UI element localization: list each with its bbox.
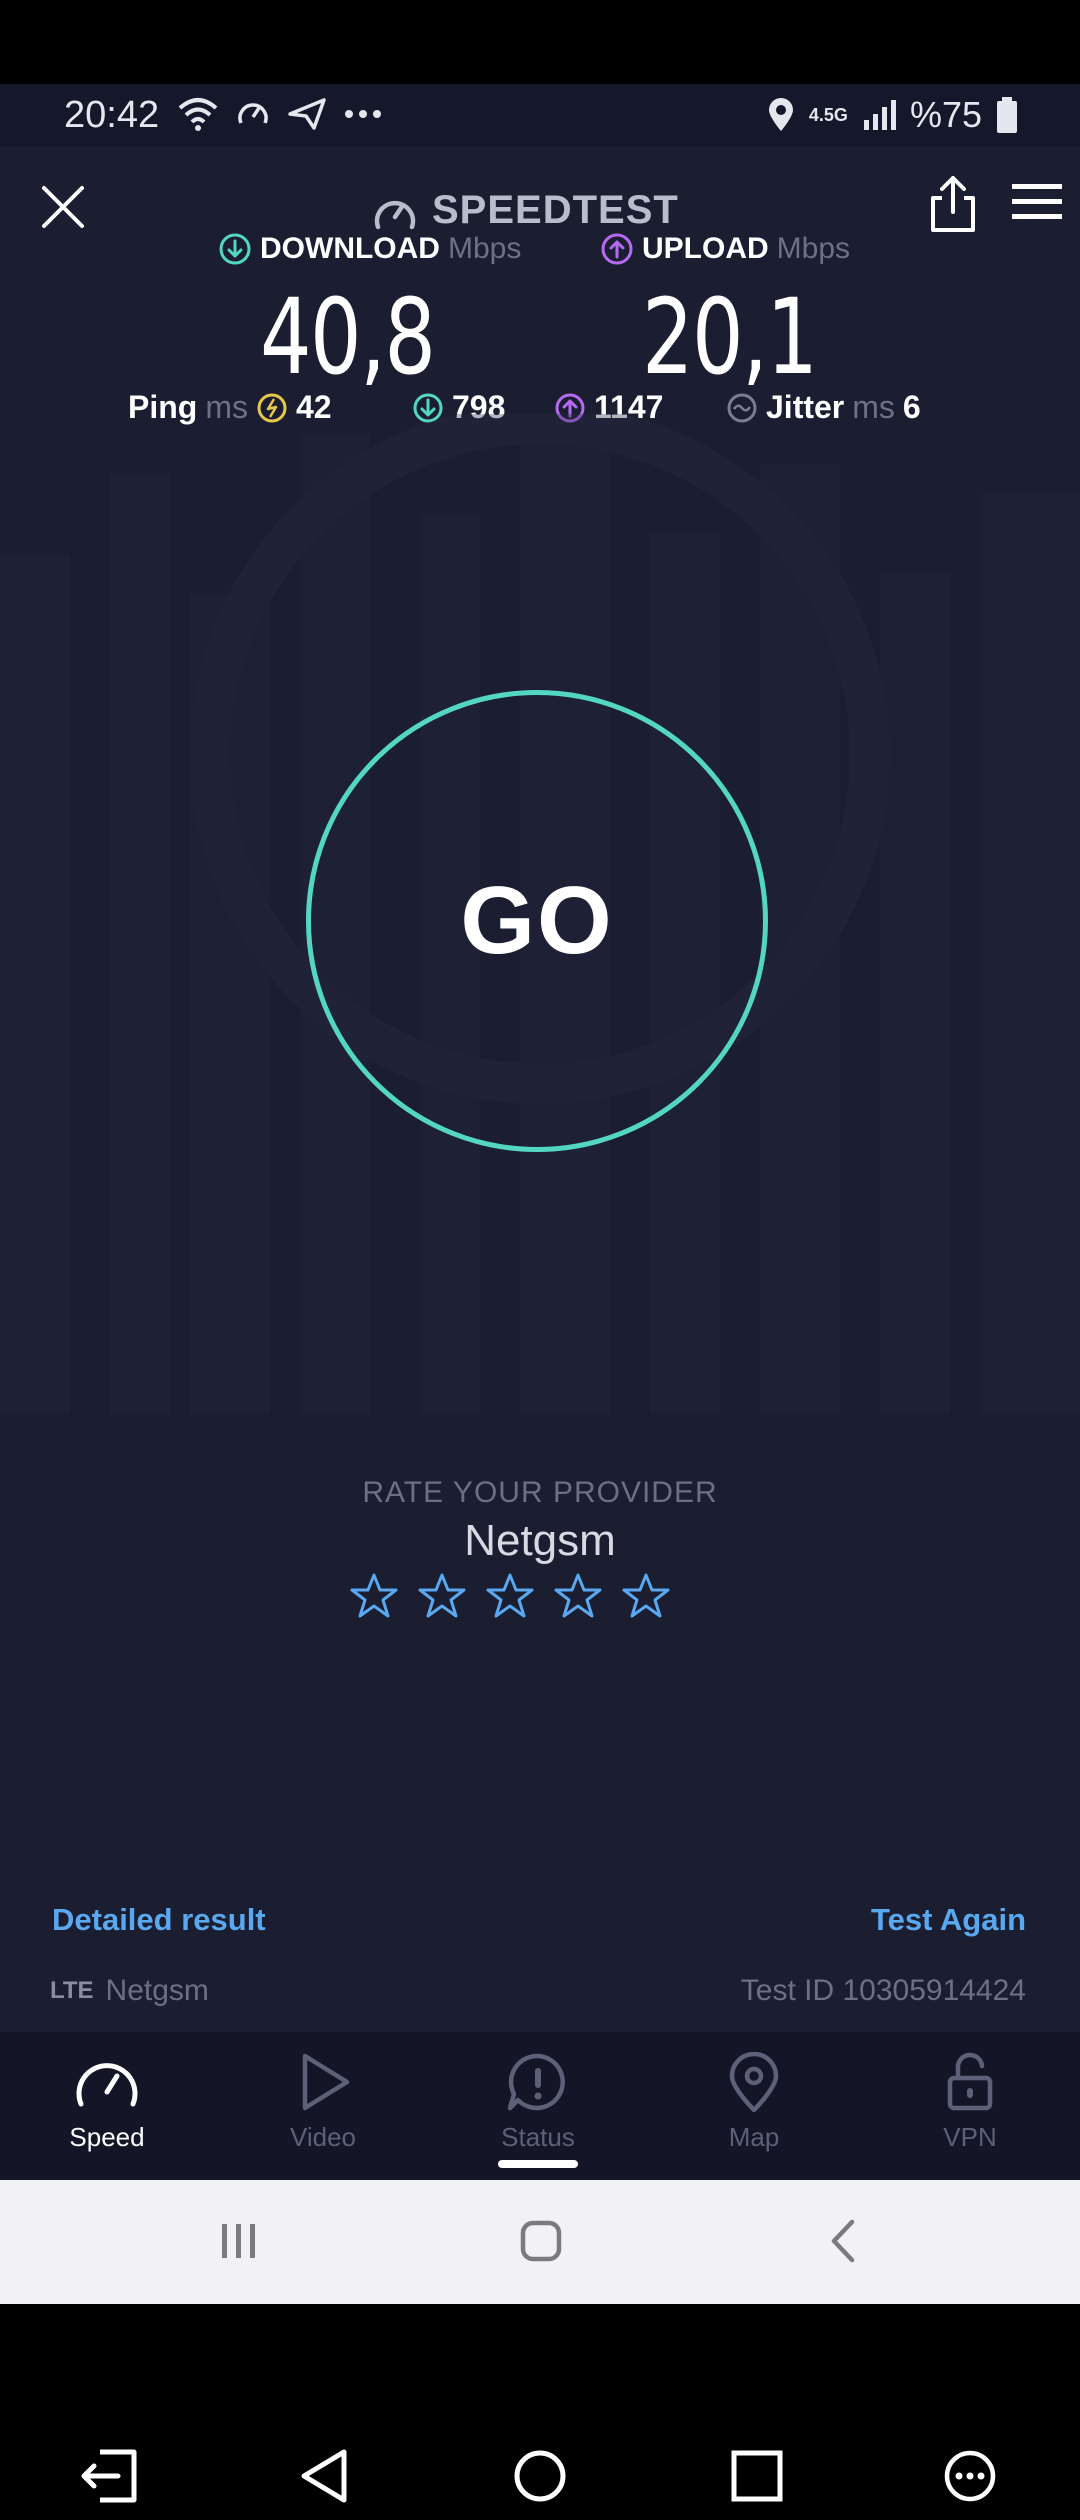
connection-info: LTE Netgsm (50, 1974, 209, 2008)
status-right-icons: 4.5G %75 (767, 94, 1018, 136)
test-id: Test ID 10305914424 (740, 1974, 1026, 2007)
menu-icon[interactable] (1010, 180, 1064, 224)
connection-type: LTE (50, 1977, 94, 2004)
overview-square-icon[interactable] (730, 2448, 784, 2504)
tab-map-label: Map (728, 2122, 780, 2152)
play-icon (302, 2053, 350, 2111)
tab-speed[interactable]: Speed (37, 2052, 177, 2153)
battery-icon (997, 97, 1017, 133)
tab-vpn-label: VPN (943, 2122, 997, 2152)
upload-value: 20,1 (642, 276, 818, 398)
download-header: DOWNLOAD Mbps (218, 232, 521, 266)
home-circle-icon[interactable] (512, 2448, 568, 2504)
home-icon[interactable] (518, 2218, 564, 2264)
upload-label: UPLOAD (642, 232, 769, 265)
top-black-bar (0, 0, 1080, 84)
tab-video[interactable]: Video (253, 2052, 393, 2153)
download-value: 40,8 (260, 276, 436, 398)
more-options-icon[interactable] (942, 2448, 998, 2504)
system-navigation-bar (0, 2180, 1080, 2304)
status-left-icons (178, 96, 382, 132)
active-indicator (498, 2160, 578, 2168)
back-triangle-icon[interactable] (298, 2448, 350, 2504)
tab-map[interactable]: Map (684, 2052, 824, 2153)
location-icon (768, 98, 793, 131)
star-1-icon[interactable] (350, 1572, 398, 1620)
speed-icon (76, 2063, 138, 2107)
download-arrow-icon (219, 233, 251, 265)
star-5-icon[interactable] (622, 1572, 670, 1620)
map-pin-icon (729, 2052, 779, 2112)
device-navigation-bar (0, 2304, 1080, 2520)
send-icon (288, 98, 326, 130)
rate-provider-section: RATE YOUR PROVIDER Netgsm (0, 1476, 1080, 1566)
rating-stars (350, 1572, 670, 1620)
download-unit: Mbps (447, 232, 522, 265)
detailed-result-link[interactable]: Detailed result (52, 1902, 266, 1938)
results-panel: DOWNLOAD Mbps UPLOAD Mbps 40,8 20,1 Ping… (0, 224, 1080, 434)
go-button[interactable]: GO (306, 690, 768, 1152)
rate-title: RATE YOUR PROVIDER (362, 1476, 718, 1509)
network-type: 4.5G (808, 104, 848, 125)
tab-vpn[interactable]: VPN (900, 2052, 1040, 2153)
speedtest-icon (238, 103, 268, 124)
tab-status-label: Status (501, 2122, 575, 2152)
provider-name: Netgsm (464, 1516, 616, 1565)
back-icon[interactable] (822, 2218, 868, 2264)
connection-provider: Netgsm (105, 1974, 209, 2007)
speedtest-app: 20:42 4.5G %75 SPEEDTEST DOWNLOAD Mbps U… (0, 84, 1080, 2180)
star-4-icon[interactable] (554, 1572, 602, 1620)
test-again-link[interactable]: Test Again (871, 1902, 1026, 1938)
status-time: 20:42 (64, 94, 160, 136)
bottom-navigation: Speed Video Status Map VPN (0, 2032, 1080, 2180)
upload-arrow-icon (601, 233, 633, 265)
download-label: DOWNLOAD (260, 232, 440, 265)
exit-icon[interactable] (78, 2448, 140, 2504)
more-dots-icon (345, 110, 381, 118)
wifi-icon (178, 98, 218, 131)
tab-speed-label: Speed (69, 2122, 145, 2152)
tab-status[interactable]: Status (468, 2052, 608, 2153)
upload-unit: Mbps (776, 232, 851, 265)
star-2-icon[interactable] (418, 1572, 466, 1620)
battery-percent: %75 (909, 94, 982, 135)
recent-apps-icon[interactable] (216, 2218, 262, 2264)
go-label: GO (460, 867, 614, 974)
lock-icon (947, 2052, 993, 2111)
upload-header: UPLOAD Mbps (600, 232, 850, 266)
alert-icon (507, 2053, 565, 2111)
signal-icon (863, 100, 896, 130)
star-3-icon[interactable] (486, 1572, 534, 1620)
tab-video-label: Video (289, 2122, 357, 2152)
status-bar: 20:42 4.5G %75 (0, 84, 1080, 146)
